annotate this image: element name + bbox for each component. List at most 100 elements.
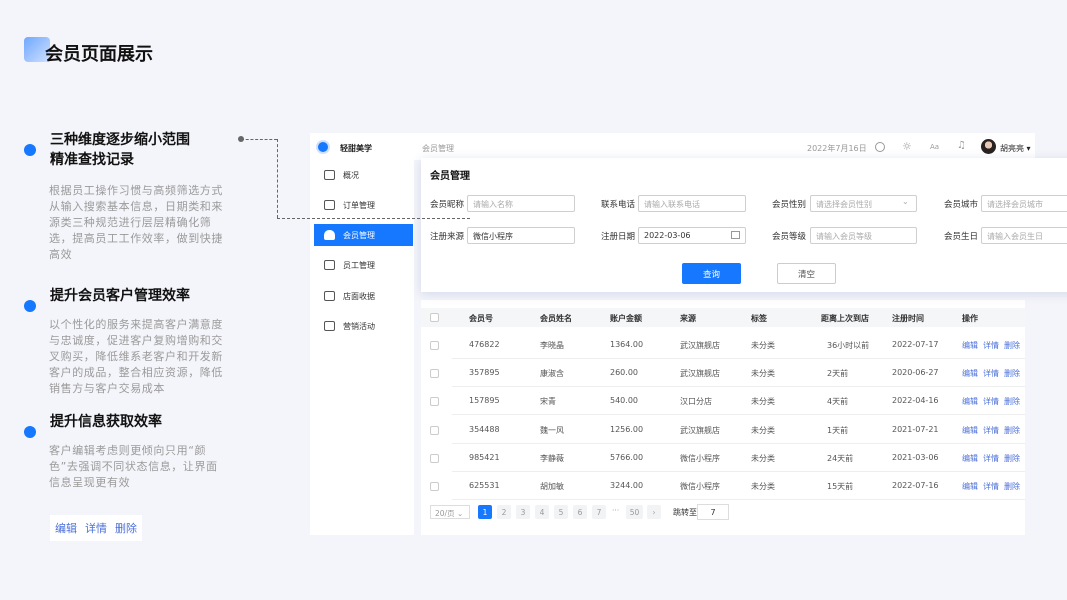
query-button[interactable]: 查询 xyxy=(682,263,741,284)
sidebar-item[interactable]: 概况 xyxy=(314,164,413,186)
calendar-icon[interactable] xyxy=(731,231,740,239)
connector-line xyxy=(241,139,277,140)
delete-link[interactable]: 删除 xyxy=(115,520,137,536)
page-button[interactable]: 7 xyxy=(592,505,606,519)
table-cell: 武汉旗舰店 xyxy=(680,341,720,350)
row-action-edit[interactable]: 编辑 xyxy=(962,481,978,492)
row-divider xyxy=(452,499,1025,500)
row-checkbox[interactable] xyxy=(430,482,439,491)
sidebar-item[interactable]: 营销活动 xyxy=(314,315,413,337)
row-action-delete[interactable]: 删除 xyxy=(1004,481,1020,492)
row-action-delete[interactable]: 删除 xyxy=(1004,425,1020,436)
theme-sun-icon[interactable]: ☼ xyxy=(902,140,912,153)
filter-input[interactable]: 微信小程序 xyxy=(467,227,575,244)
sidebar-item-label: 员工管理 xyxy=(343,260,375,270)
table-cell: 2天前 xyxy=(827,369,849,379)
filter-label: 注册日期 xyxy=(601,232,636,242)
sidebar-item[interactable]: 订单管理 xyxy=(314,194,413,216)
page-button[interactable]: 6 xyxy=(573,505,587,519)
sidebar-item-label: 概况 xyxy=(343,170,359,180)
bell-icon[interactable]: ♫ xyxy=(957,140,966,151)
row-action-detail[interactable]: 详情 xyxy=(983,340,999,351)
row-action-edit[interactable]: 编辑 xyxy=(962,425,978,436)
filter-input[interactable]: 请选择会员性别 xyxy=(810,195,917,212)
column-header: 会员号 xyxy=(469,314,493,323)
filter-input[interactable]: 请输入会员等级 xyxy=(810,227,917,244)
page-size-select[interactable]: 20/页 ⌄ xyxy=(430,505,470,519)
table-cell: 476822 xyxy=(469,340,500,349)
column-header: 操作 xyxy=(962,314,978,323)
row-checkbox[interactable] xyxy=(430,341,439,350)
row-action-detail[interactable]: 详情 xyxy=(983,368,999,379)
sidebar-item-label: 会员管理 xyxy=(343,230,375,240)
page-ellipsis: ··· xyxy=(612,506,620,515)
detail-link[interactable]: 详情 xyxy=(85,520,107,536)
row-action-edit[interactable]: 编辑 xyxy=(962,396,978,407)
row-action-edit[interactable]: 编辑 xyxy=(962,340,978,351)
edit-link[interactable]: 编辑 xyxy=(55,520,77,536)
row-checkbox[interactable] xyxy=(430,369,439,379)
row-action-detail[interactable]: 详情 xyxy=(983,481,999,492)
row-action-edit[interactable]: 编辑 xyxy=(962,453,978,464)
row-checkbox[interactable] xyxy=(430,425,439,435)
jump-input[interactable]: 7 xyxy=(697,504,729,520)
page-button[interactable]: 1 xyxy=(478,505,492,519)
table-cell: 260.00 xyxy=(610,368,638,378)
row-action-detail[interactable]: 详情 xyxy=(983,425,999,436)
table-cell: 2021-07-21 xyxy=(892,424,939,434)
row-action-edit[interactable]: 编辑 xyxy=(962,368,978,379)
search-icon[interactable] xyxy=(875,142,885,152)
bullet-dot xyxy=(24,426,36,438)
row-action-delete[interactable]: 删除 xyxy=(1004,368,1020,379)
row-action-detail[interactable]: 详情 xyxy=(983,453,999,464)
sidebar-item[interactable]: 会员管理 xyxy=(314,224,413,246)
nav-icon xyxy=(324,321,335,331)
feature-title: 三种维度逐步缩小范围 精准查找记录 xyxy=(50,130,240,170)
nav-icon xyxy=(324,200,335,210)
row-action-delete[interactable]: 删除 xyxy=(1004,340,1020,351)
filter-input[interactable]: 2022-03-06 xyxy=(638,227,746,244)
page-button[interactable]: 5 xyxy=(554,505,568,519)
row-checkbox[interactable] xyxy=(430,397,439,407)
sidebar-item[interactable]: 店面收据 xyxy=(314,285,413,307)
table-cell: 2022-04-16 xyxy=(892,396,939,406)
next-page-button[interactable]: › xyxy=(647,505,661,519)
sidebar-item[interactable]: 员工管理 xyxy=(314,254,413,276)
page-title: 会员页面展示 xyxy=(45,44,153,65)
filter-input[interactable]: 请输入会员生日 xyxy=(981,227,1067,244)
table-cell: 微信小程序 xyxy=(680,453,720,463)
filter-label: 联系电话 xyxy=(601,200,636,210)
filter-input[interactable]: 请选择会员城市 xyxy=(981,195,1067,212)
table-cell: 5766.00 xyxy=(610,452,644,462)
nav-icon xyxy=(324,170,335,180)
feature-body: 客户编辑考虑则更倾向只用“颜色”去强调不同状态信息，让界面信息呈现更有效 xyxy=(49,444,218,489)
row-divider xyxy=(452,442,1025,444)
connector-line xyxy=(277,218,470,219)
clear-button[interactable]: 清空 xyxy=(777,263,836,284)
user-menu[interactable]: 胡亮亮 ▾ xyxy=(1000,143,1031,154)
page-button[interactable]: 3 xyxy=(516,505,530,519)
table-cell: 微信小程序 xyxy=(680,482,720,491)
row-action-detail[interactable]: 详情 xyxy=(983,396,999,407)
sidebar-item-label: 店面收据 xyxy=(343,291,375,301)
page-button[interactable]: 4 xyxy=(535,505,549,519)
font-size-button[interactable]: Aa xyxy=(930,143,939,151)
column-header: 来源 xyxy=(680,314,696,323)
table-cell: 1364.00 xyxy=(610,340,644,349)
row-divider xyxy=(452,358,1025,359)
column-header: 距离上次到店 xyxy=(821,314,869,323)
avatar[interactable] xyxy=(981,139,996,154)
table-cell: 1256.00 xyxy=(610,424,644,434)
filter-panel: 会员管理 会员昵称 请输入名称 联系电话 请输入联系电话 会员性别 请选择会员性别 ⌄ 会员城… xyxy=(421,158,1067,292)
page-button-last[interactable]: 50 xyxy=(626,505,643,519)
table-cell: 1天前 xyxy=(827,425,849,435)
filter-label: 会员生日 xyxy=(944,232,979,242)
table-cell: 康淑含 xyxy=(540,369,564,379)
filter-input[interactable]: 请输入联系电话 xyxy=(638,195,746,212)
select-all-checkbox[interactable] xyxy=(430,313,439,322)
page-button[interactable]: 2 xyxy=(497,505,511,519)
row-action-delete[interactable]: 删除 xyxy=(1004,453,1020,464)
row-action-delete[interactable]: 删除 xyxy=(1004,396,1020,407)
filter-input[interactable]: 请输入名称 xyxy=(467,195,575,212)
row-checkbox[interactable] xyxy=(430,453,439,463)
